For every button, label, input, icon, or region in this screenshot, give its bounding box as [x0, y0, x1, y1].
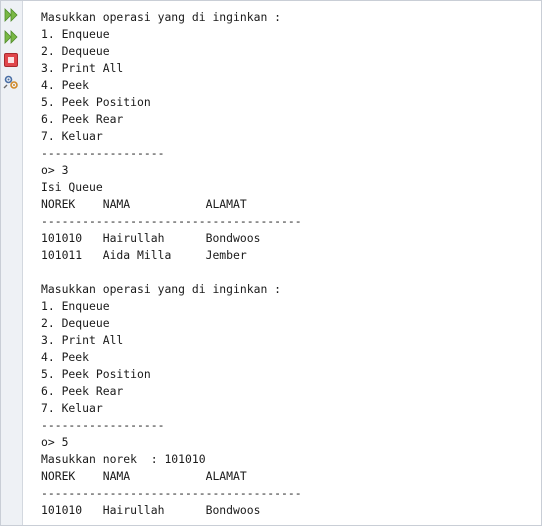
console-line: -------------------------------------- [41, 214, 302, 228]
console-line: 7. Keluar [41, 129, 103, 143]
console-line: 101011 Aida Milla Jember [41, 248, 247, 262]
console-line: 6. Peek Rear [41, 384, 124, 398]
rerun-with-params-button[interactable] [3, 29, 19, 45]
stop-button[interactable] [3, 52, 19, 68]
settings-icon [3, 75, 18, 89]
console-line: 7. Keluar [41, 401, 103, 415]
console-line: 1. Enqueue [41, 299, 110, 313]
console-line: o> 5 [41, 435, 69, 449]
console-line: 101010 Hairullah Bondwoos [41, 503, 261, 517]
rerun-icon [4, 8, 18, 22]
console-output[interactable]: Masukkan operasi yang di inginkan : 1. En… [41, 9, 541, 519]
console-line: Masukkan operasi yang di inginkan : [41, 282, 282, 296]
console-line: Masukkan operasi yang di inginkan : [41, 10, 282, 24]
console-line: 101010 Hairullah Bondwoos [41, 231, 261, 245]
console-line: 5. Peek Position [41, 95, 151, 109]
console-line: Isi Queue [41, 180, 103, 194]
console-line: ------------------ [41, 146, 165, 160]
settings-button[interactable] [3, 74, 19, 90]
console-line: 3. Print All [41, 333, 124, 347]
console-line: 3. Print All [41, 61, 124, 75]
console-line: 1. Enqueue [41, 27, 110, 41]
console-line: o> 3 [41, 163, 69, 177]
console-line: 4. Peek [41, 78, 90, 92]
console-line: NOREK NAMA ALAMAT [41, 197, 247, 211]
console-line: Masukkan norek : 101010 [41, 452, 206, 466]
console-line: NOREK NAMA ALAMAT [41, 469, 247, 483]
console-line: 4. Peek [41, 350, 90, 364]
console-line: 2. Dequeue [41, 316, 110, 330]
console-line: ------------------ [41, 418, 165, 432]
rerun-with-params-icon [4, 30, 18, 44]
console-line: -------------------------------------- [41, 486, 302, 500]
rerun-button[interactable] [3, 7, 19, 23]
console-line: 2. Dequeue [41, 44, 110, 58]
output-window: Masukkan operasi yang di inginkan : 1. En… [0, 0, 542, 526]
output-toolbar [1, 1, 23, 525]
stop-icon [4, 53, 18, 67]
console-line: 6. Peek Rear [41, 112, 124, 126]
console-line: 5. Peek Position [41, 367, 151, 381]
